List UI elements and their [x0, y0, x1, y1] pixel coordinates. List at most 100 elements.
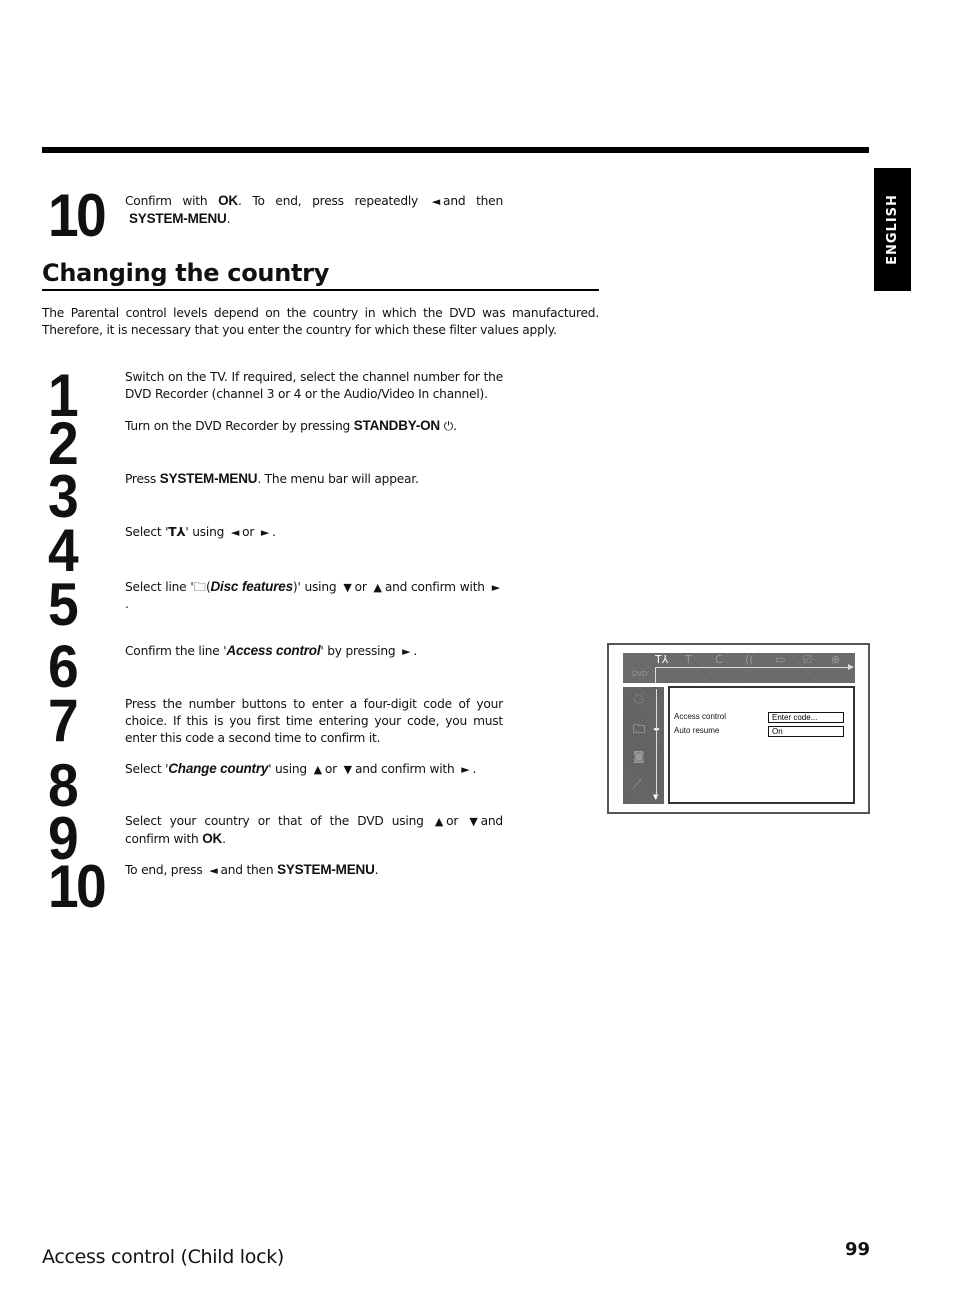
up-arrow-icon: ▲ [373, 581, 382, 594]
text-fragment: Press [125, 472, 157, 486]
text-fragment: . [272, 525, 276, 539]
disc-features-term: Disc features [210, 579, 294, 594]
step-text: Press SYSTEM-MENU. The menu bar will app… [125, 470, 503, 488]
text-fragment: . [453, 419, 457, 433]
footer-section-title: Access control (Child lock) [42, 1246, 285, 1268]
text-fragment: Confirm the line ' [125, 644, 227, 658]
disc-features-icon: 🗀 [633, 722, 646, 736]
text-fragment: or [446, 814, 459, 828]
osd-menu-bar: T⅄ T C (( ▭ ⎚ ⊕ DVD [623, 653, 855, 683]
text-fragment: or [354, 580, 367, 594]
text-fragment: . [222, 832, 226, 846]
camera-angle-icon: ⎚ [803, 653, 812, 666]
text-fragment: ' by pressing [320, 644, 396, 658]
system-menu-key: SYSTEM-MENU [129, 211, 227, 226]
step-number: 10 [48, 853, 107, 920]
text-fragment: To end, press [125, 863, 203, 877]
system-menu-key: SYSTEM-MENU [277, 862, 375, 877]
disc-features-icon: 🗀 [193, 580, 207, 594]
auto-resume-label: Auto resume [674, 726, 720, 735]
language-tab-label: ENGLISH [885, 194, 901, 265]
right-arrow-icon: ► [402, 645, 411, 658]
previous-step-text: Confirm with OK. To end, press repeatedl… [125, 192, 503, 228]
standby-on-key: STANDBY-ON [353, 418, 440, 433]
text-fragment: Select line ' [125, 580, 194, 594]
text-fragment: and confirm with [384, 580, 485, 594]
right-arrow-icon: ► [260, 526, 270, 539]
osd-screen-illustration: T⅄ T C (( ▭ ⎚ ⊕ DVD ◌ 🗀 ◙ ⟋ ◂▸ ▼ Access … [607, 643, 870, 814]
intro-line: Therefore, it is necessary that you ente… [42, 323, 557, 337]
step-text: Turn on the DVD Recorder by pressing STA… [125, 417, 503, 435]
text-fragment: . [125, 597, 129, 611]
system-menu-key: SYSTEM-MENU [159, 471, 258, 486]
up-arrow-icon: ▲ [313, 763, 322, 776]
menu-cursor-line [655, 667, 656, 683]
step-text: Select 'Change country' using ▲ or ▼ and c… [125, 760, 503, 778]
text-fragment: . The menu bar will appear. [257, 472, 419, 486]
sidebar-sound-icon: ◙ [633, 749, 645, 763]
intro-line: The Parental control levels depend on th… [42, 306, 599, 320]
text-fragment: ' using [268, 762, 307, 776]
access-control-term: Access control [226, 643, 321, 658]
menu-right-arrow-icon [848, 664, 854, 670]
down-arrow-icon: ▼ [469, 815, 478, 828]
text-fragment: Select your country or that of the DVD u… [125, 814, 424, 828]
change-country-term: Change country [168, 761, 269, 776]
step-text: Confirm the line 'Access control' by pre… [125, 642, 503, 660]
osd-settings-panel: Access control Enter code... Auto resume… [668, 686, 855, 804]
ok-key: OK [218, 193, 238, 208]
text-fragment: or [324, 762, 337, 776]
sidebar-picture-icon: ◌ [633, 691, 644, 705]
text-fragment: confirm with [125, 832, 199, 846]
auto-resume-value: On [768, 726, 844, 737]
dvd-logo: DVD [632, 670, 648, 678]
step-text: To end, press ◄ and then SYSTEM-MENU. [125, 861, 503, 879]
down-arrow-icon: ▼ [343, 763, 352, 776]
language-tab: ENGLISH [874, 168, 911, 291]
text-fragment: and then [220, 863, 274, 877]
down-arrow-icon: ▼ [343, 581, 352, 594]
text-fragment: and confirm with [354, 762, 455, 776]
text-fragment: Select ' [125, 525, 169, 539]
text-fragment: and [480, 814, 504, 828]
step-text: Select line '🗀(Disc features)' using ▼ or… [125, 579, 500, 611]
text-fragment: ' using [185, 525, 225, 539]
title-icon: T [685, 653, 692, 666]
section-title: Changing the country [42, 258, 599, 291]
right-arrow-icon: ► [461, 763, 470, 776]
previous-step-number: 10 [48, 182, 107, 249]
audio-icon: (( [745, 653, 754, 666]
right-arrow-icon: ► [491, 581, 500, 594]
sidebar-track-line [656, 689, 657, 799]
chapter-icon: C [715, 653, 723, 666]
text-fragment: Turn on the DVD Recorder by pressing [125, 419, 351, 433]
step-text: Select 'T⅄' using ◄ or ►. [125, 524, 503, 541]
zoom-icon: ⊕ [831, 653, 841, 666]
subtitle-icon: ▭ [775, 653, 786, 666]
left-arrow-icon: ◄ [209, 864, 218, 877]
text-fragment: Select ' [125, 762, 169, 776]
step-text: Press the number buttons to enter a four… [125, 697, 503, 745]
step-number: 5 [48, 571, 79, 638]
text-fragment: or [242, 525, 255, 539]
access-control-value: Enter code... [768, 712, 844, 723]
text-fragment: . [374, 863, 379, 877]
left-arrow-icon: ◄ [431, 195, 441, 208]
osd-sidebar: ◌ 🗀 ◙ ⟋ ◂▸ ▼ [623, 687, 664, 804]
step-number: 7 [48, 687, 79, 754]
ok-key: OK [202, 831, 223, 846]
text-fragment: Confirm with [125, 194, 208, 208]
text-fragment: . [413, 644, 418, 658]
menu-track-line [655, 667, 849, 668]
access-control-label: Access control [674, 712, 727, 721]
up-arrow-icon: ▲ [434, 815, 444, 828]
left-arrow-icon: ◄ [230, 526, 240, 539]
page-number: 99 [845, 1239, 871, 1260]
sidebar-features-icon: ⟋ [633, 777, 642, 791]
text-fragment: . [226, 212, 231, 226]
text-fragment: and then [443, 194, 503, 208]
step-text: Select your country or that of the DVD u… [125, 813, 503, 848]
power-icon: ⏻ [443, 419, 454, 433]
text-fragment: . To end, press repeatedly [237, 194, 419, 208]
text-fragment: )' using [292, 580, 337, 594]
